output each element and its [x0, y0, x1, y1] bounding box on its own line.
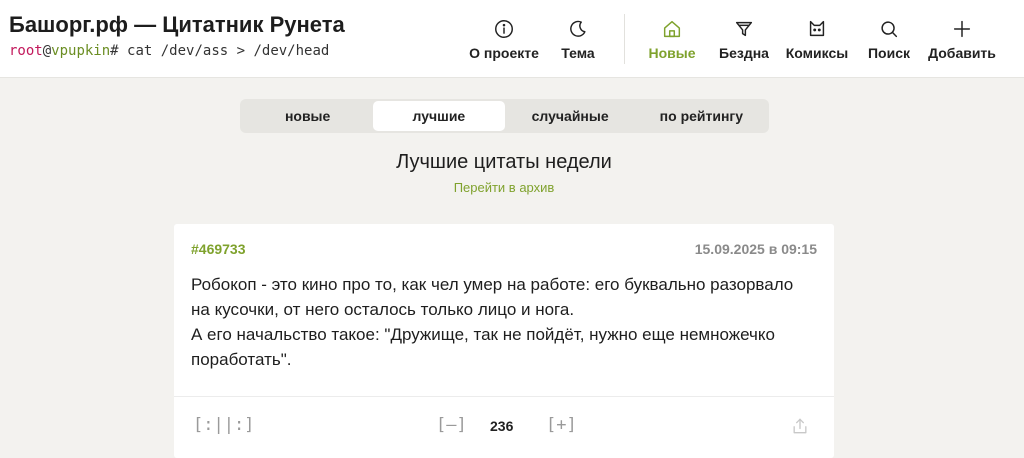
nav-abyss[interactable]: Бездна [716, 18, 772, 66]
shell-host: vpupkin [51, 43, 111, 59]
nav-about[interactable]: О проекте [468, 18, 540, 66]
nav-new[interactable]: Новые [646, 18, 698, 66]
site-title[interactable]: Башорг.рф — Цитатник Рунета [9, 12, 345, 38]
moon-icon [570, 20, 586, 37]
archive-link[interactable]: Перейти в архив [0, 180, 1008, 195]
nav-new-label: Новые [648, 45, 696, 61]
quote-date: 15.09.2025 в 09:15 [694, 241, 817, 257]
quote-line: Робокоп - это кино про то, как чел умер … [191, 275, 794, 319]
vote-down-button[interactable]: [–] [436, 415, 467, 435]
shell-user: root [9, 43, 43, 59]
rating-value: 236 [490, 418, 514, 434]
quote-text: Робокоп - это кино про то, как чел умер … [191, 272, 801, 372]
nav-add-label: Добавить [928, 45, 996, 61]
shell-prompt: root@vpupkin# cat /dev/ass > /dev/head [9, 43, 329, 59]
quote-card: #469733 15.09.2025 в 09:15 Робокоп - это… [174, 224, 834, 458]
info-icon [495, 20, 513, 38]
nav-add[interactable]: Добавить [926, 18, 998, 66]
nav-theme-label: Тема [561, 45, 595, 61]
funnel-icon [735, 21, 753, 37]
quote-line: А его начальство такое: "Дружище, так не… [191, 325, 775, 369]
nav-search-label: Поиск [867, 45, 910, 61]
tab-random[interactable]: случайные [505, 101, 636, 131]
quote-id-link[interactable]: #469733 [191, 241, 246, 257]
vote-up-button[interactable]: [+] [546, 415, 577, 435]
bayan-button[interactable]: [:||:] [193, 415, 254, 435]
cat-icon [809, 20, 825, 37]
shell-command: # cat /dev/ass > /dev/head [110, 43, 330, 59]
nav-abyss-label: Бездна [719, 45, 769, 61]
nav-search[interactable]: Поиск [866, 18, 912, 66]
tab-by-rating[interactable]: по рейтингу [636, 101, 767, 131]
nav-theme[interactable]: Тема [556, 18, 600, 66]
nav-about-label: О проекте [469, 45, 539, 61]
shell-at: @ [42, 43, 52, 59]
share-icon[interactable] [790, 416, 810, 436]
sort-tabs: новые лучшие случайные по рейтингу [240, 99, 769, 133]
tab-new[interactable]: новые [242, 101, 373, 131]
page-title: Лучшие цитаты недели [396, 151, 612, 173]
plus-icon [953, 20, 971, 38]
nav-comics[interactable]: Комиксы [784, 18, 850, 66]
site-header: Башорг.рф — Цитатник Рунета root@vpupkin… [0, 0, 1024, 78]
tab-best[interactable]: лучшие [373, 101, 505, 131]
nav-comics-label: Комиксы [785, 45, 849, 61]
nav-divider [624, 14, 625, 64]
home-icon [663, 20, 681, 38]
quote-actions: [:||:] [–] 236 [+] [174, 396, 834, 458]
search-icon [881, 21, 898, 38]
